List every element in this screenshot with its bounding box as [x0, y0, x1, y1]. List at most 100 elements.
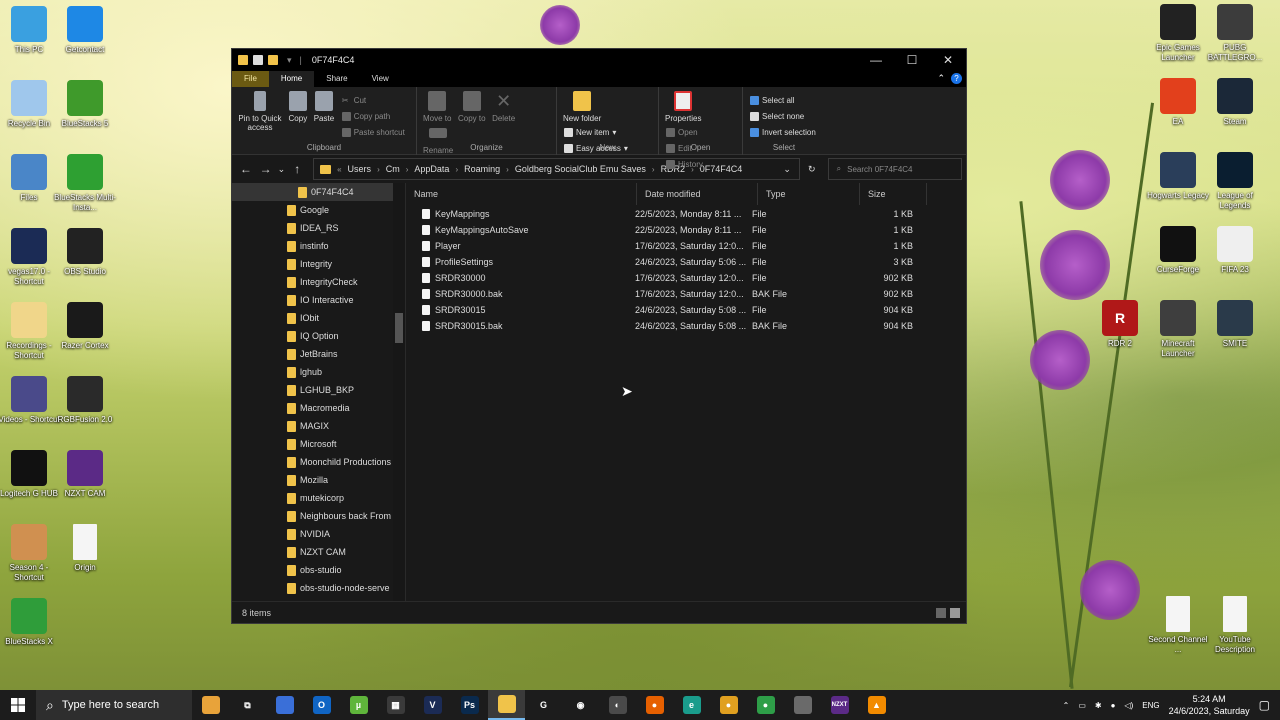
paste-button[interactable]: Paste: [314, 91, 334, 123]
taskbar-app-1[interactable]: [192, 690, 229, 720]
desktop-icon[interactable]: Videos - Shortcut: [0, 376, 60, 425]
taskbar-app-17[interactable]: [784, 690, 821, 720]
edge-icon[interactable]: e: [673, 690, 710, 720]
nzxt-icon[interactable]: NZXT: [821, 690, 858, 720]
desktop-icon[interactable]: Razer Cortex: [54, 302, 116, 351]
nav-item[interactable]: Moonchild Productions: [232, 453, 405, 471]
desktop-icon[interactable]: This PC: [0, 6, 60, 55]
desktop-icon[interactable]: EA: [1147, 78, 1209, 127]
vlc-icon[interactable]: ▲: [858, 690, 895, 720]
desktop-icon[interactable]: OBS Studio: [54, 228, 116, 277]
paste-shortcut-button[interactable]: Paste shortcut: [341, 126, 405, 139]
breadcrumb-item[interactable]: AppData: [414, 164, 449, 174]
scrollbar-thumb[interactable]: [395, 313, 403, 343]
new-folder-button[interactable]: New folder: [563, 91, 601, 123]
desktop-icon[interactable]: Logitech G HUB: [0, 450, 60, 499]
chevron-right-icon[interactable]: ›: [406, 165, 409, 174]
open-button[interactable]: Open: [666, 126, 703, 139]
column-size[interactable]: Size: [860, 183, 927, 205]
clock[interactable]: 5:24 AM 24/6/2023, Saturday: [1169, 693, 1250, 717]
breadcrumb-item[interactable]: Goldberg SocialClub Emu Saves: [515, 164, 646, 174]
desktop-icon[interactable]: NZXT CAM: [54, 450, 116, 499]
start-button[interactable]: [0, 698, 36, 712]
desktop-icon[interactable]: Recycle Bin: [0, 80, 60, 129]
cut-button[interactable]: ✂ Cut: [342, 94, 405, 107]
properties-quick-icon[interactable]: [253, 55, 263, 65]
collapse-ribbon-icon[interactable]: ⌃: [937, 73, 945, 84]
nav-item[interactable]: lghub: [232, 363, 405, 381]
desktop-icon[interactable]: FIFA 23: [1204, 226, 1266, 275]
nav-item[interactable]: NZXT CAM: [232, 543, 405, 561]
delete-button[interactable]: ✕ Delete: [492, 91, 515, 123]
cortana-icon[interactable]: ◐: [599, 690, 636, 720]
breadcrumb-item[interactable]: Cm: [386, 164, 400, 174]
forward-button[interactable]: →: [256, 162, 276, 176]
navigation-scrollbar[interactable]: [393, 183, 405, 601]
desktop-icon[interactable]: BlueStacks X: [0, 598, 60, 647]
desktop-icon[interactable]: Season 4 - Shortcut: [0, 524, 60, 583]
recent-locations-button[interactable]: ⌄: [276, 164, 288, 175]
store-icon[interactable]: [266, 690, 303, 720]
address-dropdown-icon[interactable]: ⌄: [783, 164, 791, 175]
desktop-icon[interactable]: SMITE: [1204, 300, 1266, 349]
nav-item[interactable]: IO Interactive: [232, 291, 405, 309]
chevron-right-icon[interactable]: ›: [455, 165, 458, 174]
nav-item[interactable]: Integrity: [232, 255, 405, 273]
history-button[interactable]: History: [666, 158, 703, 171]
details-view-icon[interactable]: [936, 607, 946, 618]
pin-quick-access-button[interactable]: Pin to Quick access: [238, 91, 282, 132]
table-row[interactable]: SRDR30015 24/6/2023, Saturday 5:08 ... Fil…: [406, 302, 966, 318]
nav-item[interactable]: IQ Option: [232, 327, 405, 345]
nav-item[interactable]: obs-studio-node-serve: [232, 579, 405, 597]
table-row[interactable]: Player 17/6/2023, Saturday 12:0... File 1 K…: [406, 238, 966, 254]
desktop-icon[interactable]: Hogwarts Legacy: [1147, 152, 1209, 201]
desktop-icon[interactable]: Epic Games Launcher: [1147, 4, 1209, 63]
customize-quick-access-icon[interactable]: ▾: [287, 55, 292, 66]
tab-view[interactable]: View: [360, 71, 401, 87]
nav-item[interactable]: Neighbours back From: [232, 507, 405, 525]
chevron-right-icon[interactable]: ›: [652, 165, 655, 174]
bluetooth-icon[interactable]: ✱: [1095, 701, 1102, 710]
address-bar[interactable]: « Users › Cm › AppData › Roaming › Goldberg Soci…: [313, 158, 800, 180]
search-box[interactable]: ⌕ Search 0F74F4C4: [827, 158, 963, 180]
properties-button[interactable]: Properties: [665, 91, 701, 123]
nav-item[interactable]: IObit: [232, 309, 405, 327]
nav-item[interactable]: MAGIX: [232, 417, 405, 435]
table-row[interactable]: KeyMappings 22/5/2023, Monday 8:11 ... Fil…: [406, 206, 966, 222]
desktop-icon-rdr2[interactable]: R RDR 2: [1089, 300, 1151, 349]
nav-item[interactable]: mutekicorp: [232, 489, 405, 507]
desktop-icon[interactable]: YouTube Description: [1204, 596, 1266, 655]
nav-item[interactable]: Mozilla: [232, 471, 405, 489]
move-to-button[interactable]: Move to: [423, 91, 451, 123]
desktop-icon[interactable]: Getcontact: [54, 6, 116, 55]
nav-item[interactable]: JetBrains: [232, 345, 405, 363]
tab-file[interactable]: File: [232, 71, 269, 87]
table-row[interactable]: ProfileSettings 24/6/2023, Saturday 5:06 …: [406, 254, 966, 270]
close-button[interactable]: ✕: [930, 49, 966, 71]
maximize-button[interactable]: ☐: [894, 49, 930, 71]
desktop-icon[interactable]: Second Channel ...: [1147, 596, 1209, 655]
calculator-icon[interactable]: ▦: [377, 690, 414, 720]
up-button[interactable]: ↑: [287, 162, 307, 176]
back-button[interactable]: ←: [236, 162, 256, 176]
desktop-icon[interactable]: Origin: [54, 524, 116, 573]
tab-share[interactable]: Share: [314, 71, 359, 87]
breadcrumb-item[interactable]: Roaming: [464, 164, 500, 174]
nav-item[interactable]: Macromedia: [232, 399, 405, 417]
chrome-icon[interactable]: ●: [747, 690, 784, 720]
nav-item-selected[interactable]: 0F74F4C4: [232, 183, 405, 201]
select-none-button[interactable]: Select none: [750, 110, 816, 123]
desktop-icon[interactable]: CurseForge: [1147, 226, 1209, 275]
column-date[interactable]: Date modified: [637, 183, 758, 205]
microphone-icon[interactable]: ●: [1111, 701, 1116, 710]
nav-item[interactable]: Microsoft: [232, 435, 405, 453]
desktop-icon[interactable]: PUBG BATTLEGRO...: [1204, 4, 1266, 63]
new-item-button[interactable]: New item ▾: [564, 126, 628, 139]
copy-to-button[interactable]: Copy to: [458, 91, 486, 123]
copy-button[interactable]: Copy: [289, 91, 307, 123]
breadcrumb-item[interactable]: 0F74F4C4: [700, 164, 743, 174]
nav-item[interactable]: obs-studio: [232, 561, 405, 579]
nav-item[interactable]: instinfo: [232, 237, 405, 255]
language-indicator[interactable]: ENG: [1142, 701, 1159, 710]
utorrent-icon[interactable]: µ: [340, 690, 377, 720]
